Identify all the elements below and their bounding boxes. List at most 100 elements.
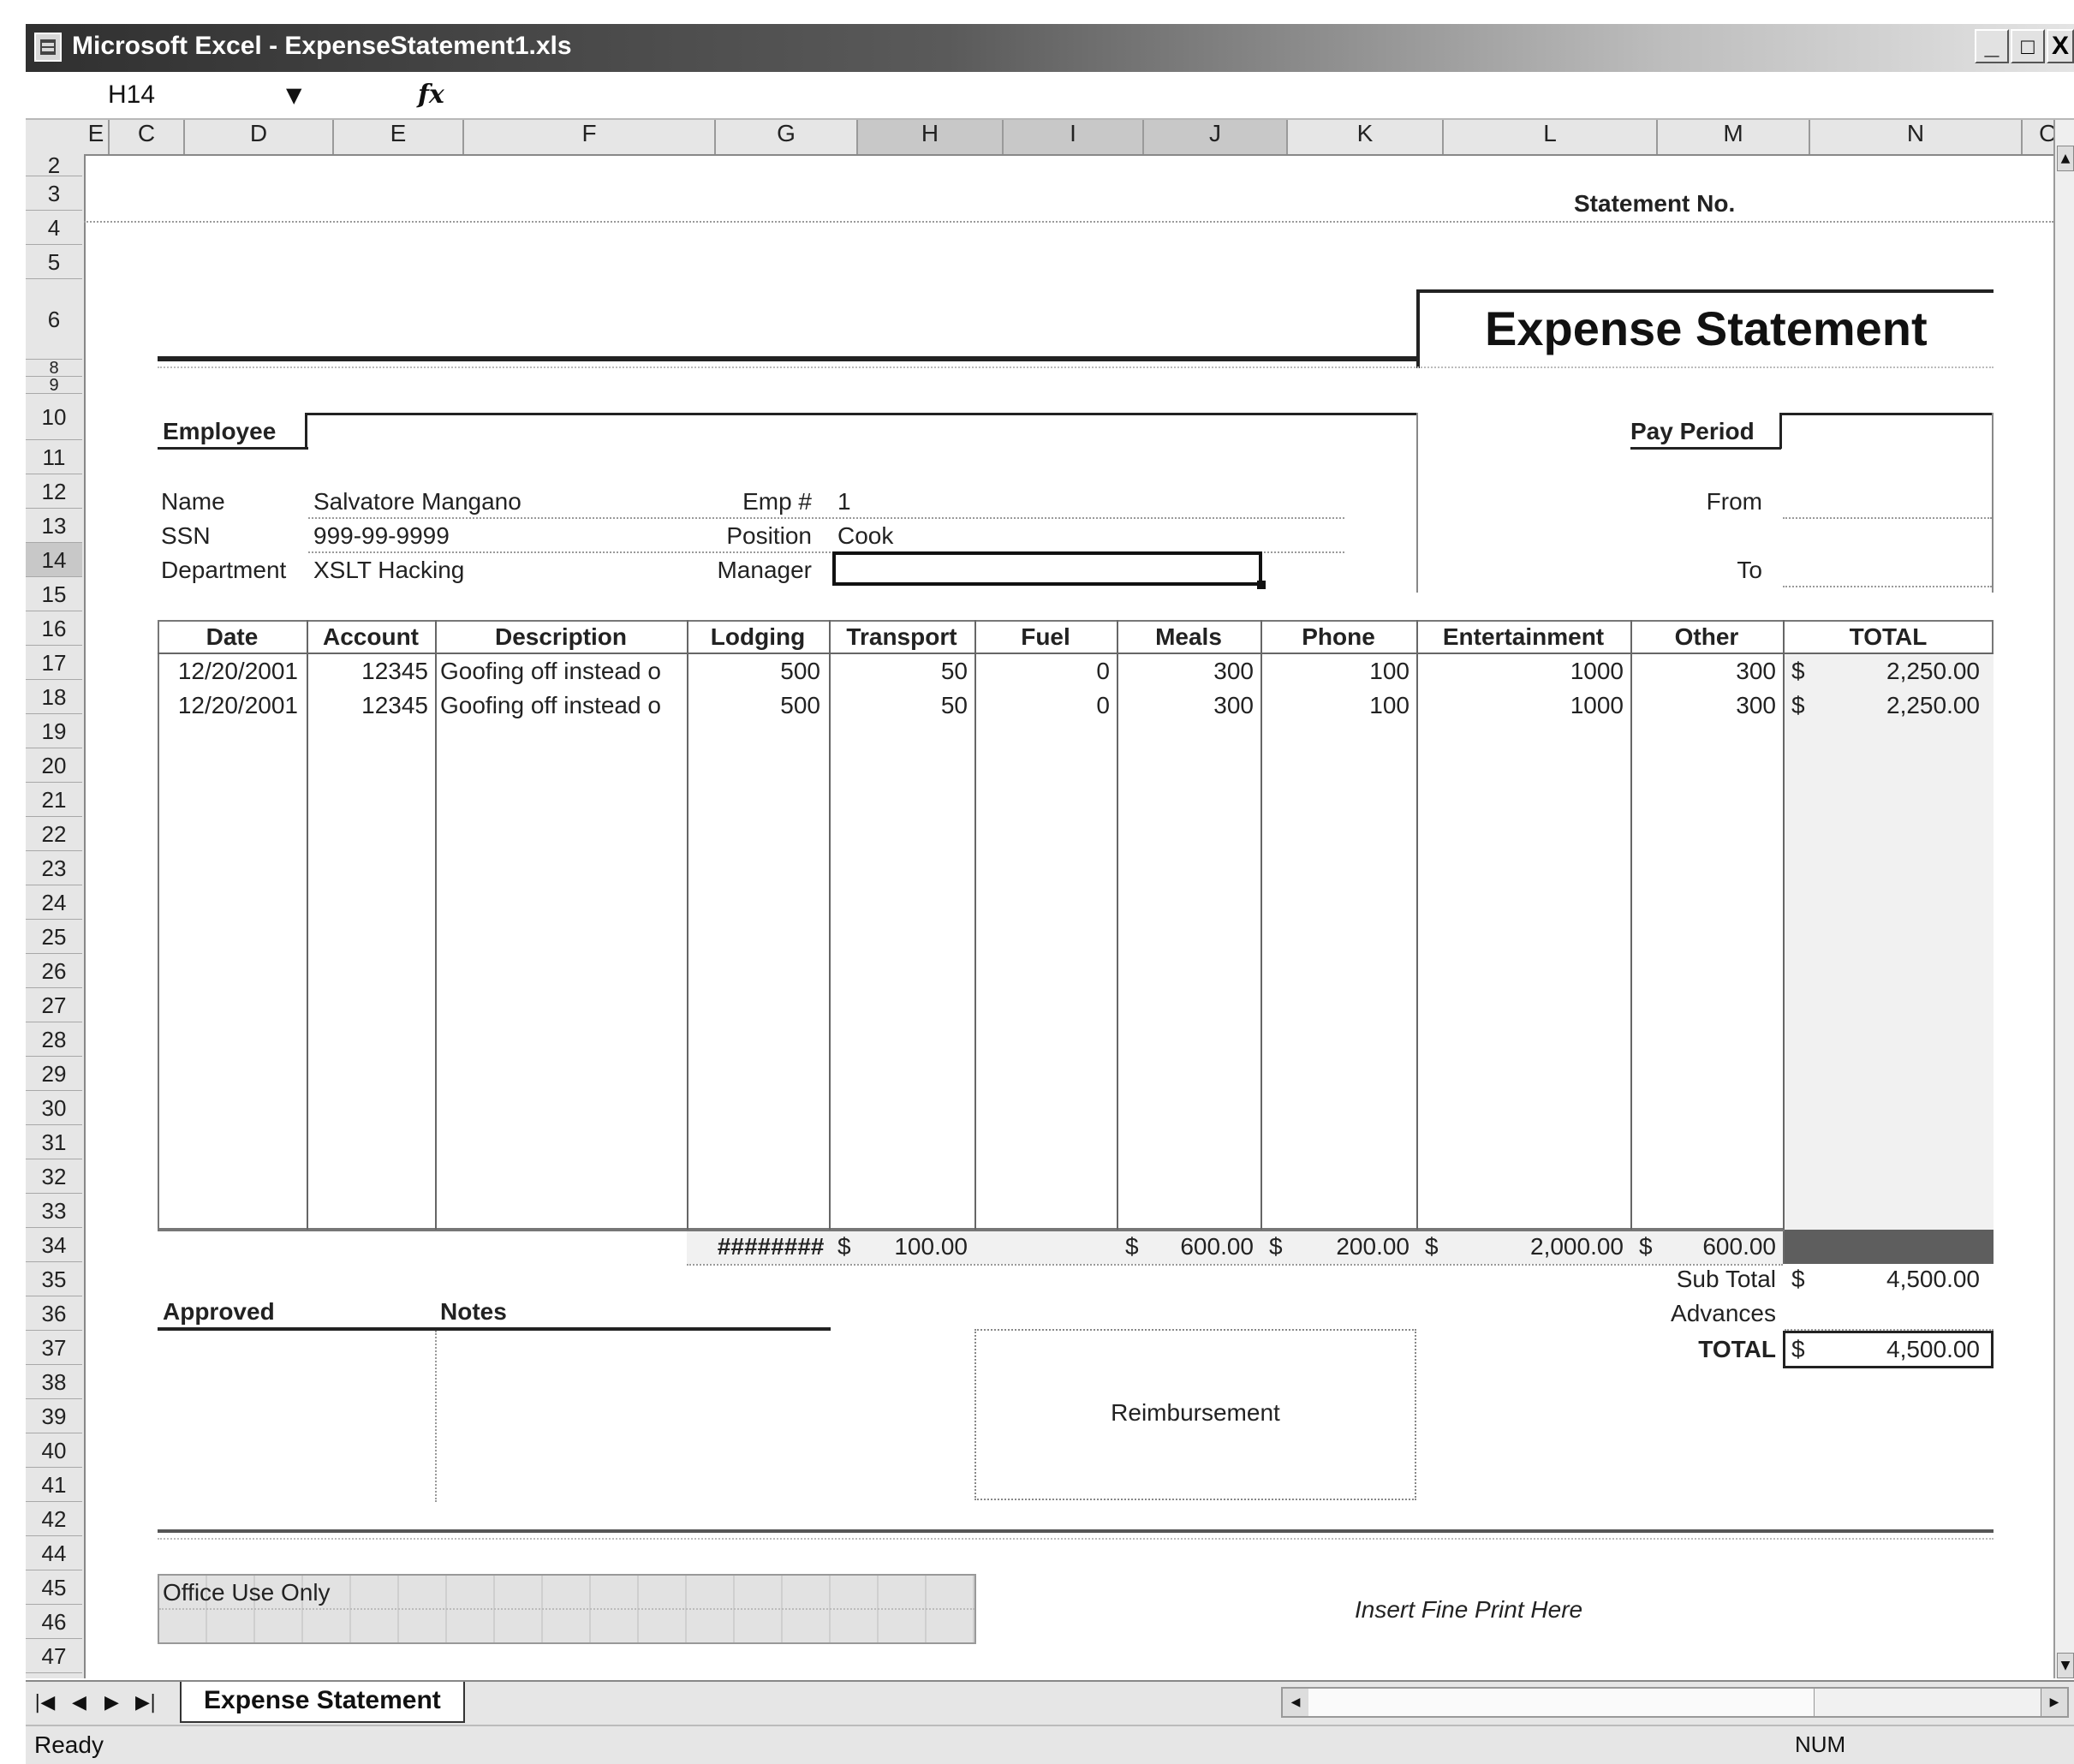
row-header[interactable]: 21 [26, 783, 82, 817]
row-header[interactable]: 2 [26, 154, 82, 176]
total-other[interactable]: 600.00 [1656, 1231, 1776, 1262]
excel-app-icon[interactable] [34, 33, 62, 62]
active-cell-manager[interactable] [832, 551, 1262, 586]
row-header[interactable]: 44 [26, 1536, 82, 1570]
fill-handle[interactable] [1257, 581, 1266, 589]
row-header[interactable]: 47 [26, 1639, 82, 1673]
row-header[interactable]: 41 [26, 1468, 82, 1502]
cell-total[interactable]: 2,250.00 [1814, 656, 1980, 687]
scroll-thumb[interactable] [1308, 1689, 1815, 1716]
cell-description[interactable]: Goofing off instead o [440, 656, 683, 687]
name-value[interactable]: Salvatore Mangano [313, 486, 521, 517]
row-header[interactable]: 31 [26, 1125, 82, 1159]
cell-fuel[interactable]: 0 [974, 690, 1110, 721]
next-sheet-icon[interactable]: ▶ [104, 1692, 119, 1713]
cell-total[interactable]: 2,250.00 [1814, 690, 1980, 721]
cell-date[interactable]: 12/20/2001 [158, 690, 298, 721]
row-header[interactable]: 29 [26, 1057, 82, 1091]
cell-account[interactable]: 12345 [307, 656, 428, 687]
row-header[interactable]: 37 [26, 1331, 82, 1365]
row-header[interactable]: 6 [26, 279, 82, 360]
row-header[interactable]: 3 [26, 176, 82, 211]
horizontal-scrollbar[interactable]: ◀ ▶ [1281, 1687, 2069, 1718]
row-header[interactable]: 9 [26, 377, 82, 394]
cell-lodging[interactable]: 500 [687, 690, 820, 721]
cell-fuel[interactable]: 0 [974, 656, 1110, 687]
position-value[interactable]: Cook [837, 521, 893, 551]
row-header[interactable]: 8 [26, 360, 82, 377]
row-header[interactable]: 23 [26, 851, 82, 885]
row-header[interactable]: 20 [26, 748, 82, 783]
to-field[interactable] [1783, 586, 1992, 587]
department-value[interactable]: XSLT Hacking [313, 555, 464, 586]
column-header[interactable]: H [858, 120, 1004, 154]
maximize-button[interactable]: □ [2011, 29, 2045, 63]
cell-other[interactable]: 300 [1630, 690, 1776, 721]
row-header[interactable]: 12 [26, 474, 82, 509]
row-header[interactable]: 34 [26, 1228, 82, 1262]
vertical-scrollbar[interactable]: ▲ ▼ [2053, 120, 2074, 1678]
column-header[interactable]: K [1288, 120, 1444, 154]
sheet-tab-expense-statement[interactable]: Expense Statement [180, 1682, 465, 1723]
emp-no-value[interactable]: 1 [837, 486, 851, 517]
cell-lodging[interactable]: 500 [687, 656, 820, 687]
column-header[interactable]: E [334, 120, 464, 154]
row-header[interactable]: 28 [26, 1022, 82, 1057]
row-header[interactable]: 26 [26, 954, 82, 988]
cell-account[interactable]: 12345 [307, 690, 428, 721]
scroll-left-icon[interactable]: ◀ [1283, 1689, 1309, 1716]
from-field[interactable] [1783, 517, 1992, 519]
row-header[interactable]: 16 [26, 611, 82, 646]
column-header[interactable]: F [464, 120, 716, 154]
formula-input[interactable] [471, 77, 2064, 113]
row-header[interactable]: 24 [26, 885, 82, 920]
scroll-down-icon[interactable]: ▼ [2057, 1653, 2074, 1678]
cell-phone[interactable]: 100 [1260, 690, 1409, 721]
cell-meals[interactable]: 300 [1117, 656, 1254, 687]
row-header[interactable]: 22 [26, 817, 82, 851]
row-header[interactable]: 30 [26, 1091, 82, 1125]
column-header[interactable]: G [716, 120, 858, 154]
row-header[interactable]: 13 [26, 509, 82, 543]
cell-transport[interactable]: 50 [829, 656, 968, 687]
row-header[interactable]: 15 [26, 577, 82, 611]
row-header[interactable]: 17 [26, 646, 82, 680]
row-header[interactable]: 4 [26, 211, 82, 245]
cell-transport[interactable]: 50 [829, 690, 968, 721]
column-header[interactable]: L [1444, 120, 1658, 154]
cell-other[interactable]: 300 [1630, 656, 1776, 687]
total-phone[interactable]: 200.00 [1286, 1231, 1409, 1262]
total-entertainment[interactable]: 2,000.00 [1442, 1231, 1624, 1262]
cell-date[interactable]: 12/20/2001 [158, 656, 298, 687]
last-sheet-icon[interactable]: ▶| [135, 1692, 156, 1713]
row-header[interactable]: 11 [26, 440, 82, 474]
row-header[interactable]: 42 [26, 1502, 82, 1536]
column-header[interactable]: E [84, 120, 110, 154]
sheet-area[interactable]: Statement No. Expense Statement Employee… [84, 154, 2053, 1678]
name-box-dropdown-icon[interactable]: ▼ [286, 77, 301, 113]
row-header[interactable]: 25 [26, 920, 82, 954]
grand-total-value[interactable]: 4,500.00 [1814, 1334, 1980, 1365]
row-header[interactable]: 14 [26, 543, 82, 577]
row-header[interactable]: 46 [26, 1605, 82, 1639]
cell-entertainment[interactable]: 1000 [1416, 656, 1624, 687]
row-header[interactable]: 40 [26, 1433, 82, 1468]
column-header[interactable]: J [1144, 120, 1288, 154]
total-lodging[interactable]: ######## [687, 1231, 824, 1262]
close-button[interactable]: X [2047, 29, 2074, 63]
column-header[interactable]: N [1810, 120, 2023, 154]
column-header[interactable]: M [1658, 120, 1810, 154]
minimize-button[interactable]: _ [1975, 29, 2009, 63]
name-box[interactable]: H14 [108, 77, 271, 113]
cell-phone[interactable]: 100 [1260, 656, 1409, 687]
cell-meals[interactable]: 300 [1117, 690, 1254, 721]
total-transport[interactable]: 100.00 [855, 1231, 968, 1262]
row-header[interactable]: 36 [26, 1296, 82, 1331]
row-header[interactable]: 35 [26, 1262, 82, 1296]
column-header[interactable]: C [110, 120, 185, 154]
row-header[interactable]: 5 [26, 245, 82, 279]
row-header[interactable]: 38 [26, 1365, 82, 1399]
row-header[interactable]: 18 [26, 680, 82, 714]
ssn-value[interactable]: 999-99-9999 [313, 521, 450, 551]
scroll-up-icon[interactable]: ▲ [2057, 146, 2074, 171]
